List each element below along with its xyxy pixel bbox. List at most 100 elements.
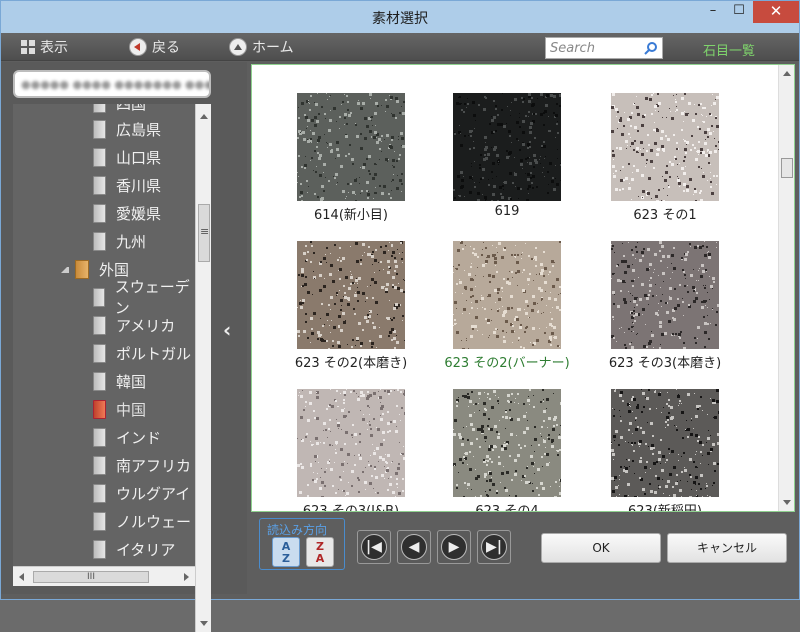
scroll-down-icon[interactable]: [783, 500, 791, 505]
toolbar: 表示 戻る ホーム 石目一覧: [1, 33, 799, 61]
scroll-right-icon[interactable]: [184, 573, 189, 581]
tree-item-label: 四国: [116, 104, 146, 114]
load-order-label: 読込み方向: [266, 521, 329, 538]
thumbnail-grid: 614(新小目) 619 623 その1 623 その2(本磨き) 623 その2(バー…: [251, 64, 795, 512]
stone-texture-image[interactable]: [297, 241, 405, 349]
stone-thumbnail[interactable]: 623 その3(本磨き): [590, 239, 740, 389]
back-arrow-icon: [129, 38, 147, 56]
stone-thumbnail[interactable]: 623 その2(本磨き): [276, 239, 426, 389]
page-icon: [93, 287, 105, 307]
expand-arrow-icon[interactable]: [61, 265, 69, 273]
stone-thumbnail[interactable]: 614(新小目): [276, 91, 426, 241]
tree-item[interactable]: 九州: [93, 228, 146, 254]
tree-item[interactable]: 四国: [93, 104, 146, 116]
stone-thumbnail-label: 623 その2(バーナー): [444, 356, 570, 371]
sort-ascending-button[interactable]: A Z: [272, 537, 300, 567]
page-icon: [93, 119, 106, 139]
hscroll-thumb[interactable]: III: [33, 571, 149, 583]
ok-button[interactable]: OK: [541, 533, 661, 563]
stone-thumbnail[interactable]: 623 その2(バーナー): [432, 239, 582, 389]
path-text: ●●●●● ●●●● ●●●●●●● ●●●: [21, 78, 211, 91]
last-page-button[interactable]: ▶|: [477, 530, 511, 564]
search-box: [545, 37, 663, 59]
page-icon: [93, 104, 106, 113]
stone-texture-image[interactable]: [611, 93, 719, 201]
stone-texture-image[interactable]: [453, 241, 561, 349]
tree-item[interactable]: 南アフリカ: [93, 452, 191, 478]
folder-icon: [75, 259, 89, 279]
tree-item[interactable]: アメリカ: [93, 312, 175, 338]
stone-thumbnail[interactable]: 623(新稲田): [590, 387, 740, 511]
display-button[interactable]: 表示: [21, 37, 68, 57]
first-page-button[interactable]: |◀: [357, 530, 391, 564]
tree-item[interactable]: インド: [93, 424, 161, 450]
page-icon: [93, 455, 106, 475]
scroll-left-icon[interactable]: [19, 573, 24, 581]
scroll-up-icon[interactable]: [783, 71, 791, 76]
tree-item[interactable]: イタリア: [93, 536, 175, 562]
stone-texture-image[interactable]: [453, 93, 561, 201]
tree-item[interactable]: ウルグアイ: [93, 480, 190, 506]
tree-item-label: 韓国: [116, 372, 147, 391]
minimize-button[interactable]: –: [699, 1, 727, 23]
page-icon: [93, 203, 106, 223]
tree-item-label: 広島県: [116, 120, 162, 139]
stone-texture-image[interactable]: [611, 389, 719, 497]
tree-item-label: 愛媛県: [116, 204, 162, 223]
stone-thumbnail-label: 623 その2(本磨き): [294, 356, 408, 371]
page-icon: [93, 315, 106, 335]
page-icon: [93, 175, 106, 195]
tree-vertical-scrollbar[interactable]: [195, 104, 211, 632]
stone-texture-image[interactable]: [297, 389, 405, 497]
search-input[interactable]: [550, 40, 642, 56]
tree-item[interactable]: 広島県: [93, 116, 161, 142]
tree-item-label: アメリカ: [116, 316, 176, 335]
stone-thumbnail-label: 619: [494, 204, 520, 219]
page-icon: [93, 511, 106, 531]
tree-item[interactable]: 愛媛県: [93, 200, 161, 226]
home-button[interactable]: ホーム: [229, 37, 294, 57]
tree-item[interactable]: スウェーデン: [93, 278, 195, 317]
title-bar: 素材選択 – ☐ ✕: [1, 1, 799, 33]
sort-asc-bottom: Z: [282, 552, 290, 565]
stone-thumbnail[interactable]: 619: [432, 91, 582, 241]
scroll-thumb[interactable]: [198, 204, 210, 262]
stone-thumbnail[interactable]: 623 その1: [590, 91, 740, 241]
scroll-thumb[interactable]: [781, 158, 793, 178]
home-icon: [229, 38, 247, 56]
next-page-button[interactable]: ▶: [437, 530, 471, 564]
stone-texture-image[interactable]: [611, 241, 719, 349]
stone-list-link[interactable]: 石目一覧: [703, 40, 755, 59]
stone-texture-image[interactable]: [297, 93, 405, 201]
stone-thumbnail[interactable]: 623 その4: [432, 387, 582, 511]
collapse-panel-icon[interactable]: ‹: [223, 318, 231, 342]
tree-item-label: ウルグアイ: [116, 484, 191, 503]
home-label: ホーム: [252, 40, 294, 56]
category-panel: ●●●●● ●●●● ●●●●●●● ●●● 四国広島県山口県香川県愛媛県九州外…: [1, 62, 247, 632]
page-icon: [93, 231, 106, 251]
previous-page-icon: ◀: [401, 534, 427, 560]
tree-item[interactable]: ノルウェー: [93, 508, 191, 534]
path-field[interactable]: ●●●●● ●●●● ●●●●●●● ●●●: [13, 70, 211, 98]
stone-texture-image[interactable]: [453, 389, 561, 497]
tree-item[interactable]: ポルトガル: [93, 340, 191, 366]
back-button[interactable]: 戻る: [129, 37, 180, 57]
tree-item[interactable]: 香川県: [93, 172, 161, 198]
tree-item-label: イタリア: [116, 540, 176, 559]
display-label: 表示: [40, 40, 68, 56]
stone-thumbnail[interactable]: 623 その3(J&B): [276, 387, 426, 511]
scroll-up-icon[interactable]: [200, 114, 208, 119]
grid-vertical-scrollbar[interactable]: [778, 65, 794, 511]
scroll-down-icon[interactable]: [200, 621, 208, 626]
tree-item[interactable]: 韓国: [93, 368, 146, 394]
tree-item[interactable]: 山口県: [93, 144, 161, 170]
search-icon[interactable]: [644, 41, 658, 55]
cancel-button[interactable]: キャンセル: [667, 533, 787, 563]
sort-descending-button[interactable]: Z A: [306, 537, 334, 567]
maximize-button[interactable]: ☐: [725, 1, 753, 23]
close-button[interactable]: ✕: [753, 1, 799, 23]
previous-page-button[interactable]: ◀: [397, 530, 431, 564]
tree-horizontal-scrollbar[interactable]: III: [13, 566, 195, 586]
last-page-icon: ▶|: [481, 534, 507, 560]
tree-item[interactable]: 中国: [93, 396, 146, 422]
